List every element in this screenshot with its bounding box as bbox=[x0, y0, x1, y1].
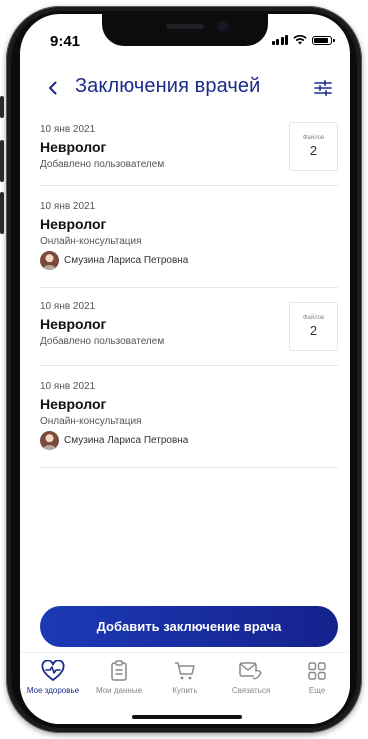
front-camera bbox=[218, 21, 228, 31]
files-count: 2 bbox=[309, 143, 318, 158]
page-title: Заключения врачей bbox=[75, 75, 261, 97]
records-list: 10 янв 2021 Невролог Добавлено пользоват… bbox=[40, 118, 338, 468]
record-specialty: Невролог bbox=[40, 396, 107, 412]
files-badge[interactable]: Файлов 2 bbox=[289, 302, 338, 351]
list-item[interactable]: 10 янв 2021 Невролог Онлайн-консультация… bbox=[40, 186, 338, 288]
grid-icon bbox=[308, 662, 326, 680]
message-phone-icon bbox=[239, 662, 262, 680]
filter-button[interactable] bbox=[312, 76, 334, 100]
volume-down-button bbox=[0, 192, 4, 234]
tab-label: Купить bbox=[172, 686, 198, 695]
tab-label: Мое здоровье bbox=[26, 686, 80, 695]
tab-buy[interactable]: Купить bbox=[152, 659, 218, 695]
doctor-name: Смузина Лариса Петровна bbox=[64, 255, 189, 266]
signal-icon bbox=[271, 35, 288, 45]
list-item[interactable]: 10 янв 2021 Невролог Добавлено пользоват… bbox=[40, 118, 338, 186]
list-item[interactable]: 10 янв 2021 Невролог Онлайн-консультация… bbox=[40, 366, 338, 468]
battery-icon bbox=[312, 35, 335, 45]
tab-my-data[interactable]: Мои данные bbox=[86, 659, 152, 695]
record-specialty: Невролог bbox=[40, 216, 107, 232]
doctor-name: Смузина Лариса Петровна bbox=[64, 435, 189, 446]
record-subtitle: Онлайн-консультация bbox=[40, 236, 142, 247]
volume-up-button bbox=[0, 140, 4, 182]
files-count: 2 bbox=[309, 323, 318, 338]
avatar bbox=[40, 431, 59, 450]
list-item[interactable]: 10 янв 2021 Невролог Добавлено пользоват… bbox=[40, 288, 338, 366]
speaker bbox=[166, 24, 204, 29]
clipboard-icon bbox=[111, 660, 127, 681]
heart-pulse-icon bbox=[41, 660, 65, 681]
record-date: 10 янв 2021 bbox=[40, 201, 96, 212]
files-badge[interactable]: Файлов 2 bbox=[289, 122, 338, 171]
tab-label: Еще bbox=[308, 686, 326, 695]
add-conclusion-button[interactable]: Добавить заключение врача bbox=[40, 606, 338, 647]
app-screen: 9:41 Заключения врачей 10 янв 2021 Невро… bbox=[20, 14, 350, 724]
tab-bar: Мое здоровье Мои данные Купить Связаться… bbox=[20, 652, 350, 724]
files-label: Файлов bbox=[302, 135, 325, 141]
doctor-info: Смузина Лариса Петровна bbox=[40, 431, 338, 450]
header: Заключения врачей bbox=[20, 69, 350, 109]
tab-my-health[interactable]: Мое здоровье bbox=[20, 659, 86, 695]
home-indicator bbox=[132, 715, 242, 719]
silent-switch bbox=[0, 96, 4, 118]
notch bbox=[102, 14, 268, 46]
record-date: 10 янв 2021 bbox=[40, 381, 96, 392]
wifi-icon bbox=[293, 35, 307, 45]
sliders-icon bbox=[314, 80, 332, 96]
tab-more[interactable]: Еще bbox=[284, 659, 350, 695]
status-time: 9:41 bbox=[50, 33, 81, 50]
files-label: Файлов bbox=[302, 315, 325, 321]
status-icons bbox=[271, 35, 335, 45]
avatar bbox=[40, 251, 59, 270]
tab-label: Мои данные bbox=[95, 686, 143, 695]
tab-label: Связаться bbox=[231, 686, 271, 695]
tab-contact[interactable]: Связаться bbox=[218, 659, 284, 695]
cart-icon bbox=[175, 662, 195, 680]
chevron-left-icon bbox=[49, 81, 57, 95]
doctor-info: Смузина Лариса Петровна bbox=[40, 251, 338, 270]
record-subtitle: Онлайн-консультация bbox=[40, 416, 142, 427]
back-button[interactable] bbox=[42, 76, 64, 100]
